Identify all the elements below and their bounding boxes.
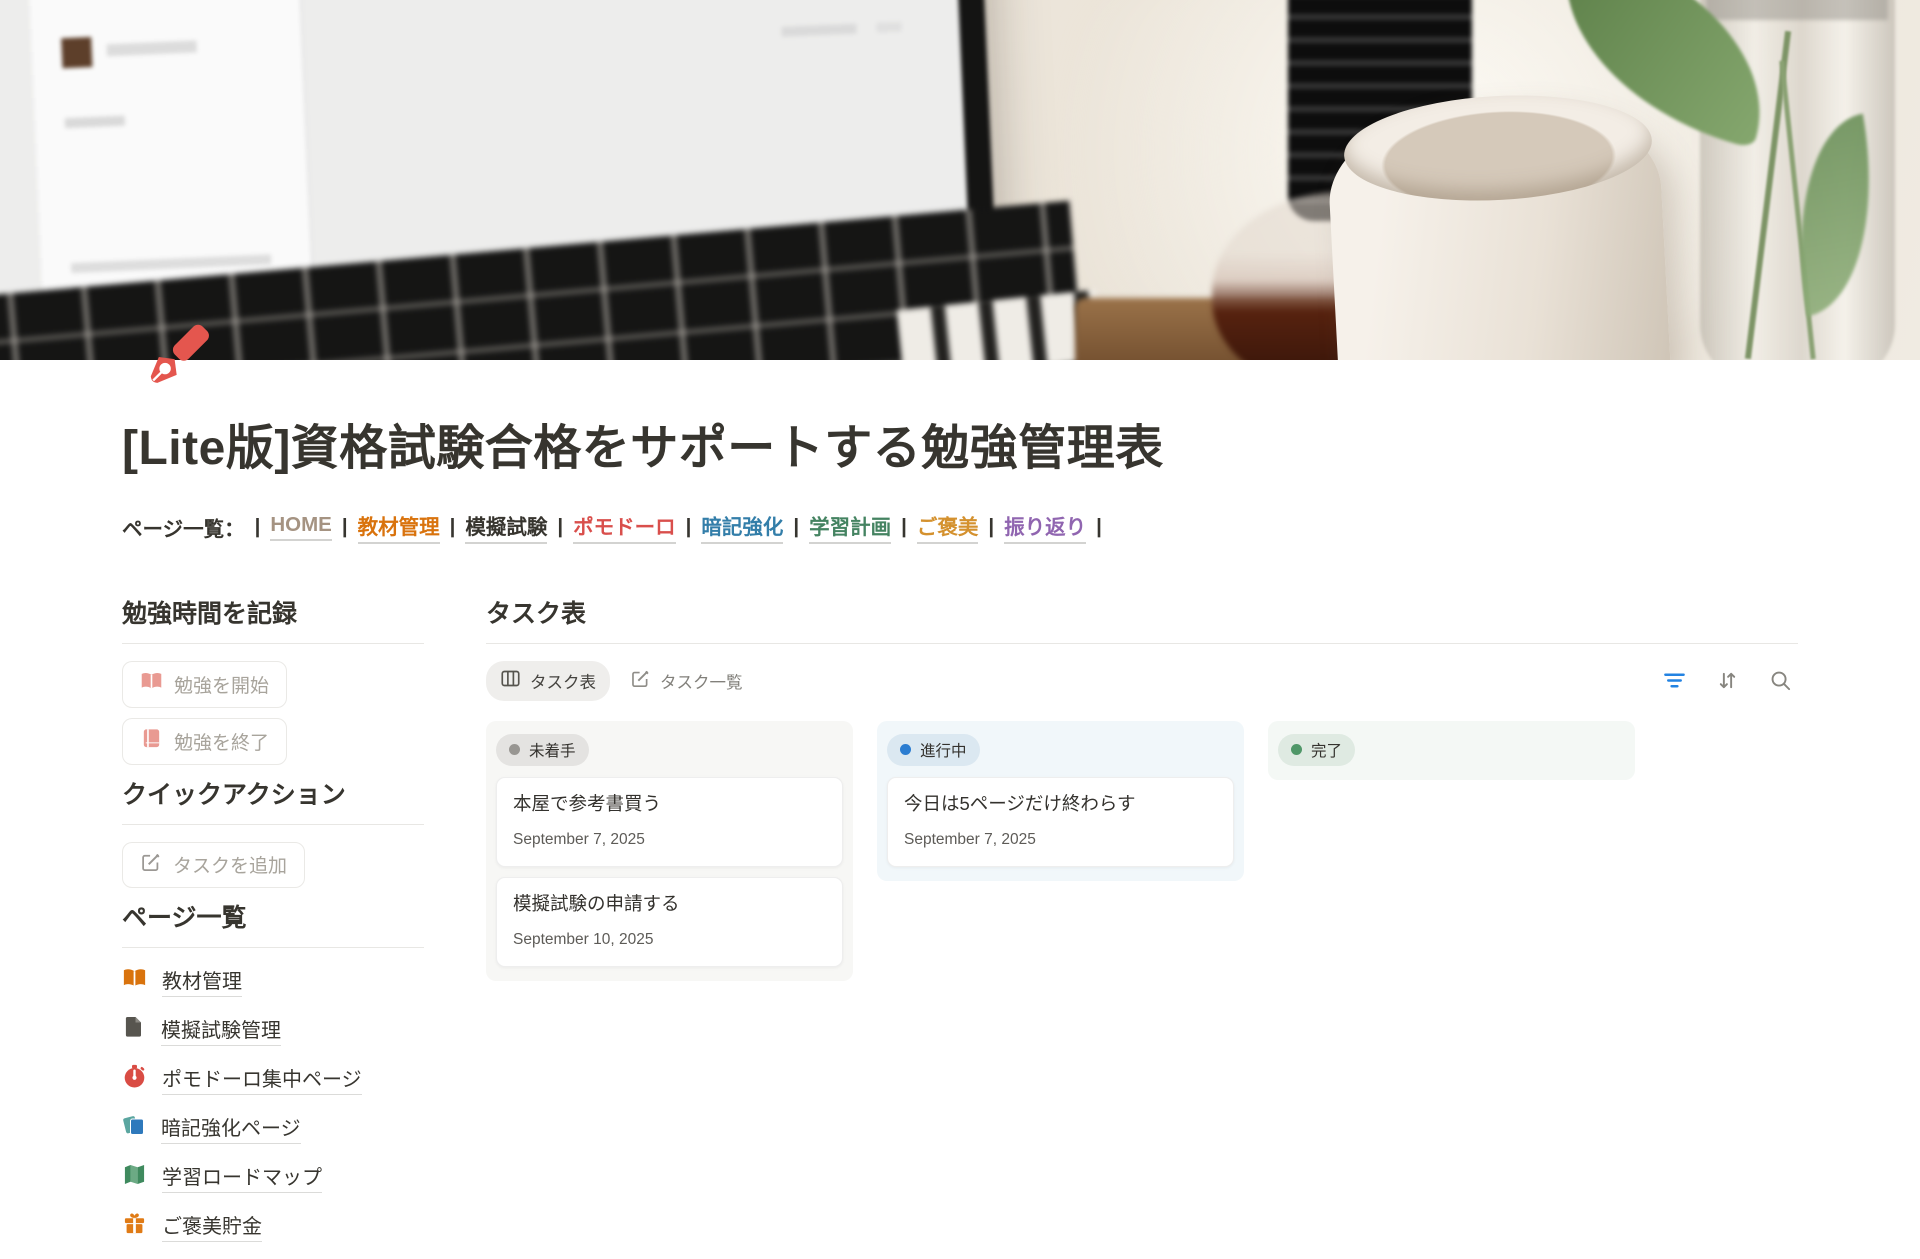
board-toolbar-icons [1663,669,1792,692]
page-list: 教材管理 模擬試験管理 [122,965,424,1242]
status-dot [1291,744,1302,755]
add-task-label: タスクを追加 [173,851,287,878]
kanban-board: 未着手 本屋で参考書買う September 7, 2025 模擬試験の申請する… [486,721,1798,981]
group-pill-done[interactable]: 完了 [1278,734,1355,766]
left-column: 勉強時間を記録 勉強を開始 [122,594,424,1259]
divider [122,824,424,825]
timer-icon [122,1064,147,1094]
end-study-button[interactable]: 勉強を終了 [122,718,287,765]
nav-label: ページ一覧： [122,512,245,542]
board-column-not-started: 未着手 本屋で参考書買う September 7, 2025 模擬試験の申請する… [486,721,853,981]
page-list-heading: ページ一覧 [122,898,424,934]
nav-separator: | [686,515,692,539]
page-link-mock-exam-mgmt[interactable]: 模擬試験管理 [122,1014,424,1046]
flashcards-icon [122,1113,146,1142]
document-icon [122,1015,146,1044]
group-name: 未着手 [529,739,576,761]
status-dot [900,744,911,755]
view-tab-list[interactable]: タスク一覧 [620,661,753,701]
board-heading: タスク表 [486,594,1798,630]
start-study-button[interactable]: 勉強を開始 [122,661,287,708]
task-card[interactable]: 本屋で参考書買う September 7, 2025 [496,777,843,867]
group-name: 完了 [1311,739,1342,761]
nav-link-reward[interactable]: ご褒美 [917,510,979,544]
nav-link-memorization[interactable]: 暗記強化 [701,510,783,544]
divider [486,643,1798,644]
open-book-orange-icon [122,966,147,996]
nav-separator: | [342,515,348,539]
nav-separator: | [988,515,994,539]
view-tab-board[interactable]: タスク表 [486,661,610,701]
nav-link-home[interactable]: HOME [270,513,332,541]
page-link-pomodoro-page[interactable]: ポモドーロ集中ページ [122,1063,424,1095]
nav-link-mock-exam[interactable]: 模擬試験 [465,510,547,544]
page-links-nav: ページ一覧： | HOME | 教材管理 | 模擬試験 | ポモドーロ | 暗記… [122,510,1798,544]
sort-icon[interactable] [1716,669,1739,692]
page-link-reward-savings[interactable]: ご褒美貯金 [122,1210,424,1242]
cover-photo [0,0,1920,360]
page-link-label: 模擬試験管理 [161,1014,281,1046]
page-link-label: 学習ロードマップ [162,1161,322,1193]
task-board-section: タスク表 タスク表 [486,594,1798,981]
nav-separator: | [450,515,456,539]
view-tab-board-label: タスク表 [530,669,596,693]
gift-icon [122,1211,147,1241]
view-tab-list-label: タスク一覧 [660,669,743,693]
start-study-label: 勉強を開始 [174,671,269,698]
board-column-done: 完了 [1268,721,1635,780]
group-pill-in-progress[interactable]: 進行中 [887,734,980,766]
task-title: 本屋で参考書買う [513,792,826,816]
nav-separator: | [793,515,799,539]
fountain-pen-icon[interactable] [132,316,216,400]
divider [122,947,424,948]
task-date: September 7, 2025 [904,831,1217,849]
task-card[interactable]: 今日は5ページだけ終わらす September 7, 2025 [887,777,1234,867]
closed-book-icon [140,727,163,756]
board-view-icon [500,668,521,694]
group-pill-not-started[interactable]: 未着手 [496,734,589,766]
task-title: 今日は5ページだけ終わらす [904,792,1217,816]
open-book-icon [140,670,163,699]
nav-separator: | [901,515,907,539]
study-time-heading: 勉強時間を記録 [122,594,424,630]
task-card[interactable]: 模擬試験の申請する September 10, 2025 [496,877,843,967]
page-link-label: ご褒美貯金 [162,1210,262,1242]
page-link-label: 暗記強化ページ [161,1112,301,1144]
page-link-label: ポモドーロ集中ページ [162,1063,362,1095]
task-date: September 7, 2025 [513,831,826,849]
board-column-in-progress: 進行中 今日は5ページだけ終わらす September 7, 2025 [877,721,1244,881]
group-name: 進行中 [920,739,967,761]
search-icon[interactable] [1769,669,1792,692]
task-date: September 10, 2025 [513,931,826,949]
page-link-materials[interactable]: 教材管理 [122,965,424,997]
database-toolbar: タスク表 タスク一覧 [486,661,1798,701]
task-title: 模擬試験の申請する [513,892,826,916]
page-body: [Lite版]資格試験合格をサポートする勉強管理表 ページ一覧： | HOME … [0,360,1920,1259]
map-icon [122,1162,147,1192]
divider [122,643,424,644]
filter-icon[interactable] [1663,669,1686,692]
compose-icon [630,668,651,694]
status-dot [509,744,520,755]
page-link-label: 教材管理 [162,965,242,997]
nav-link-study-plan[interactable]: 学習計画 [809,510,891,544]
page-title: [Lite版]資格試験合格をサポートする勉強管理表 [122,420,1798,478]
nav-separator: | [557,515,563,539]
end-study-label: 勉強を終了 [174,728,269,755]
page-link-roadmap[interactable]: 学習ロードマップ [122,1161,424,1193]
nav-separator: | [1096,515,1102,539]
nav-link-review[interactable]: 振り返り [1004,510,1086,544]
compose-icon [140,851,162,879]
add-task-button[interactable]: タスクを追加 [122,842,305,888]
page-link-memorization-page[interactable]: 暗記強化ページ [122,1112,424,1144]
nav-separator: | [255,515,261,539]
nav-link-pomodoro[interactable]: ポモドーロ [573,510,676,544]
quick-actions-heading: クイックアクション [122,775,424,811]
nav-link-materials[interactable]: 教材管理 [358,510,440,544]
glass-vase-rim [1706,0,1888,20]
